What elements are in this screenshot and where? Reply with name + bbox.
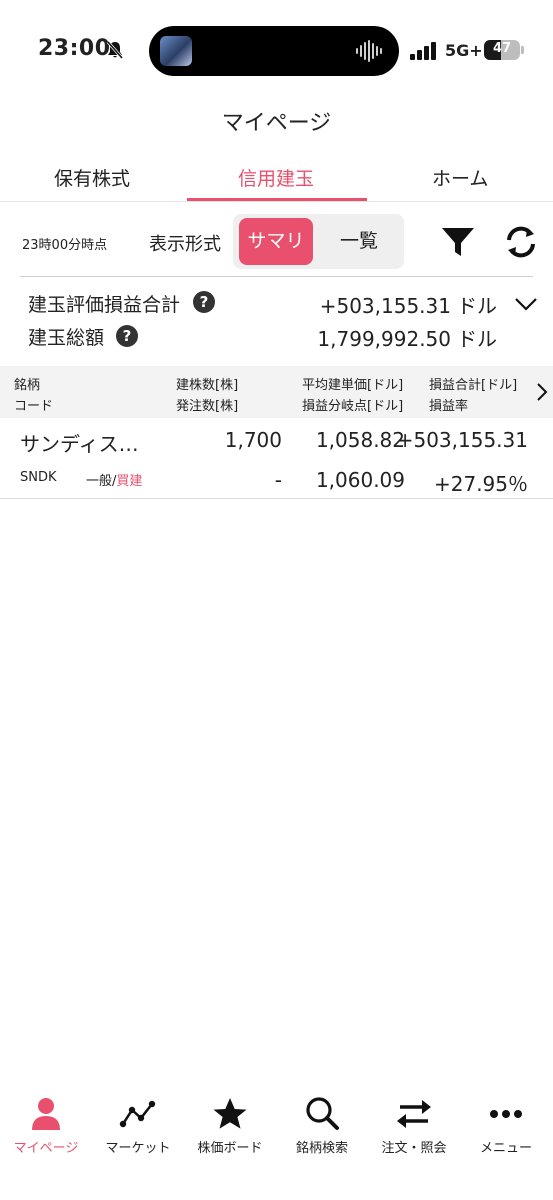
now-playing-artwork (160, 36, 192, 66)
display-format-segment: サマリ 一覧 (233, 214, 404, 269)
tab-holdings[interactable]: 保有株式 (54, 164, 130, 191)
tab-margin-positions[interactable]: 信用建玉 (238, 164, 314, 191)
th-pl-rate: 損益率 (429, 399, 469, 414)
th-shares: 建株数[株] (176, 378, 239, 393)
dynamic-island (149, 26, 399, 76)
segment-list-button[interactable]: 一覧 (319, 218, 399, 265)
nav-label-search: 銘柄検索 (295, 1141, 348, 1156)
nav-menu[interactable]: メニュー (460, 1090, 552, 1170)
nav-stock-board[interactable]: 株価ボード (184, 1090, 276, 1170)
tab-bar: 保有株式 信用建玉 ホーム (0, 150, 553, 202)
nav-market[interactable]: マーケット (92, 1090, 184, 1170)
total-amount-value: 1,799,992.50 ドル (317, 323, 497, 352)
total-pl-amount: +503,155.31 (319, 294, 451, 318)
buy-position-label: 買建 (116, 474, 143, 489)
th-name: 銘柄 (14, 378, 41, 393)
network-type: 5G+ (445, 41, 483, 60)
scroll-right-chevron-icon[interactable] (536, 382, 548, 402)
filter-icon[interactable] (438, 222, 478, 262)
search-icon (306, 1097, 339, 1130)
bell-muted-icon (106, 41, 124, 59)
audio-wave-icon (356, 40, 382, 62)
nav-orders[interactable]: 注文・照会 (368, 1090, 460, 1170)
page-title: マイページ (221, 111, 332, 136)
swap-arrows-icon (397, 1100, 431, 1128)
nav-label-menu: メニュー (479, 1141, 532, 1156)
total-pl-help-icon[interactable]: ? (193, 291, 215, 313)
battery-percent: 47 (492, 41, 512, 56)
total-amount-label: 建玉総額 (28, 327, 105, 349)
nav-label-market: マーケット (105, 1141, 171, 1156)
as-of-time: 23時00分時点 (22, 238, 108, 253)
stock-code: SNDK (20, 470, 57, 485)
nav-mypage[interactable]: マイページ (0, 1090, 92, 1170)
star-icon (213, 1098, 247, 1129)
pl-rate: +27.95％ (433, 472, 528, 496)
account-type: 一般/買建 (86, 470, 142, 489)
th-code: コード (14, 399, 54, 414)
status-bar: 23:00 5G+ 47 (0, 0, 553, 100)
stock-name: サンディス… (20, 432, 139, 456)
total-amount-unit: ドル (457, 327, 497, 351)
battery-tip (521, 46, 524, 54)
th-pl-total: 損益合計[ドル] (429, 378, 518, 393)
segment-summary-button[interactable]: サマリ (239, 218, 313, 265)
person-icon (32, 1098, 60, 1130)
account-label: 一般/ (86, 474, 117, 489)
total-amount-help-icon[interactable]: ? (116, 325, 138, 347)
display-format-label: 表示形式 (149, 234, 221, 255)
nav-label-mypage: マイページ (13, 1141, 79, 1156)
nav-label-orders: 注文・照会 (381, 1141, 447, 1156)
cellular-signal-icon (410, 42, 436, 60)
breakeven-price: 1,060.09 (315, 468, 405, 492)
shares-held: 1,700 (224, 428, 282, 452)
total-pl-value: +503,155.31 ドル (320, 290, 497, 319)
line-chart-icon (119, 1100, 156, 1128)
refresh-icon[interactable] (501, 222, 541, 262)
tab-active-indicator (187, 198, 367, 201)
nav-label-stock-board: 株価ボード (197, 1141, 263, 1156)
pl-total: +503,155.31 (396, 428, 528, 452)
more-dots-icon (490, 1110, 522, 1118)
th-avg-price: 平均建単価[ドル] (302, 378, 404, 393)
status-time: 23:00 (38, 36, 111, 61)
th-order-qty: 発注数[株] (176, 399, 239, 414)
total-pl-label: 建玉評価損益合計 (28, 294, 181, 316)
battery-icon: 47 (484, 40, 520, 60)
positions-table-header: 銘柄 コード 建株数[株] 発注数[株] 平均建単価[ドル] 損益分岐点[ドル]… (0, 366, 553, 418)
tab-home[interactable]: ホーム (432, 164, 488, 191)
expand-chevron-down-icon[interactable] (513, 294, 539, 314)
order-qty: - (274, 468, 282, 492)
toolbar-divider (20, 276, 533, 277)
total-pl-unit: ドル (457, 294, 497, 318)
nav-search[interactable]: 銘柄検索 (276, 1090, 368, 1170)
bottom-nav: マイページ マーケット 株価ボード 銘柄検索 注文・照会 メニュー (0, 1090, 553, 1200)
table-row[interactable]: サンディス… 1,700 1,058.82 +503,155.31 SNDK 一… (0, 418, 553, 499)
total-amount: 1,799,992.50 (317, 327, 451, 351)
avg-price: 1,058.82 (315, 428, 405, 452)
th-breakeven: 損益分岐点[ドル] (302, 399, 404, 414)
